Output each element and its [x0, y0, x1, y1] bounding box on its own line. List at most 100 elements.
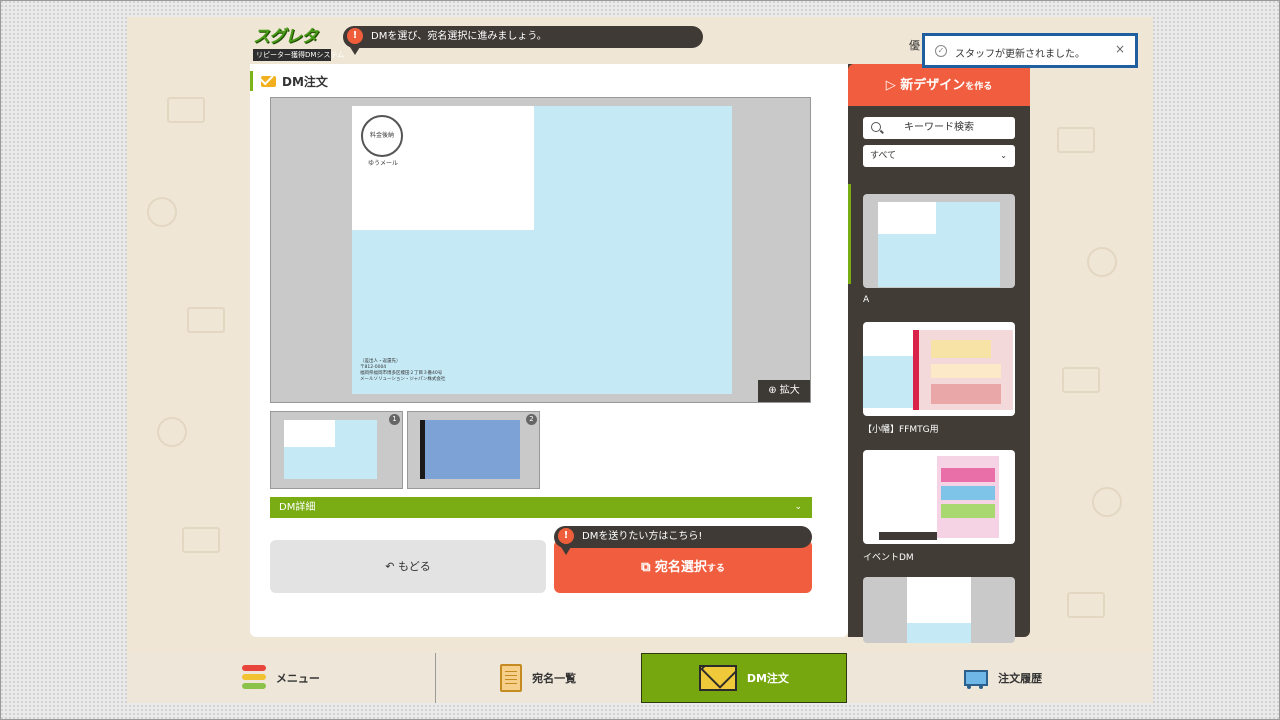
sender-address: （差出人・返還先） 〒812-0004 福岡県福岡市博多区榎田２丁目３番40号 …	[360, 359, 446, 382]
back-label: もどる	[397, 560, 431, 573]
page-title: DM注文	[282, 74, 328, 89]
guide-hint: ! DMを選び、宛名選択に進みましょう。	[343, 26, 703, 55]
send-hint: ! DMを送りたい方はこちら!	[554, 526, 812, 555]
template-name: A	[863, 295, 870, 305]
envelope-icon	[698, 665, 737, 691]
dm-order-panel: DM注文 料金後納 ゆうメール （差出人・返還先） 〒812-0004 福岡県福…	[250, 64, 848, 637]
background-envelope-icon	[1057, 127, 1095, 153]
dm-details-accordion[interactable]: DM詳細 ⌄	[270, 497, 812, 518]
postage-type: ゆうメール	[368, 160, 399, 167]
hint-tail	[561, 547, 571, 555]
bottom-navigation: メニュー 宛名一覧 DM注文 注文履歴	[127, 653, 1153, 703]
copy-icon: ⧉	[641, 560, 651, 575]
zoom-label: 拡大	[779, 385, 800, 396]
background-envelope-icon	[182, 527, 220, 553]
thumbnail-accent-bar	[913, 330, 919, 410]
logo-text: スグレタ	[253, 27, 318, 47]
new-design-button[interactable]: ▷ 新デザインを作る	[848, 64, 1030, 106]
thumbnail-banner	[931, 340, 991, 358]
postage-stamp: 料金後納	[361, 115, 403, 157]
thumbnail-banner	[941, 468, 995, 482]
app-logo[interactable]: スグレタ リピーター獲得DMシステム	[253, 27, 344, 65]
dm-details-label: DM詳細	[279, 502, 316, 513]
background-envelope-icon	[1067, 592, 1105, 618]
search-placeholder: キーワード検索	[904, 122, 974, 133]
hint-tail	[350, 47, 360, 55]
zoom-icon: ⊕	[768, 385, 777, 396]
background-stamp-icon	[1087, 247, 1117, 277]
thumbnail-front	[284, 420, 377, 479]
thumbnail-banner	[941, 504, 995, 518]
zoom-button[interactable]: ⊕ 拡大	[758, 380, 810, 402]
select-recipients-suffix: する	[706, 564, 725, 574]
background-stamp-icon	[1092, 487, 1122, 517]
category-select[interactable]: すべて ⌄	[863, 145, 1015, 167]
play-icon: ▷	[885, 78, 896, 93]
nav-dm-order-label: DM注文	[746, 672, 789, 685]
toast-notification: ✓ スタッフが更新されました。 ×	[922, 33, 1138, 68]
list-scrollbar[interactable]	[848, 184, 851, 284]
nav-menu-label: メニュー	[275, 672, 320, 685]
template-card[interactable]	[863, 322, 1015, 416]
background-stamp-icon	[157, 417, 187, 447]
chevron-down-icon: ⌄	[1000, 151, 1007, 160]
thumbnail-footer-bar	[879, 532, 937, 540]
close-icon[interactable]: ×	[1115, 42, 1125, 56]
nav-dm-order[interactable]: DM注文	[640, 653, 848, 703]
thumbnail-banner	[931, 384, 1001, 404]
page-number-badge: 2	[526, 414, 537, 425]
toast-message: スタッフが更新されました。	[955, 49, 1085, 60]
page-thumbnail[interactable]: 1	[270, 411, 403, 489]
nav-recipient-list[interactable]: 宛名一覧	[436, 653, 641, 703]
header-user: 優	[909, 39, 920, 52]
thumbnail-back	[420, 420, 520, 479]
template-thumbnail	[907, 577, 971, 643]
thumbnail-banner	[941, 486, 995, 500]
template-thumbnail	[913, 330, 1013, 410]
nav-menu[interactable]: メニュー	[127, 653, 436, 703]
check-circle-icon: ✓	[935, 45, 947, 57]
clipboard-icon	[500, 664, 523, 692]
logo-subtitle: リピーター獲得DMシステム	[253, 49, 344, 61]
section-title: DM注文	[250, 71, 328, 91]
back-button[interactable]: ↶ もどる	[270, 540, 546, 593]
thumbnail-address-area	[907, 623, 971, 643]
thumbnail-banner	[931, 364, 1001, 378]
chevron-down-icon: ⌄	[794, 502, 802, 512]
template-sidebar: ▷ 新デザインを作る キーワード検索 すべて ⌄ A 【小幡】FFMTG用 イベ…	[848, 64, 1030, 643]
dm-preview: 料金後納 ゆうメール （差出人・返還先） 〒812-0004 福岡県福岡市博多区…	[270, 97, 811, 403]
background-envelope-icon	[187, 307, 225, 333]
info-icon: !	[347, 28, 363, 44]
menu-icon	[241, 665, 266, 691]
template-name: イベントDM	[863, 553, 914, 563]
nav-order-history-label: 注文履歴	[998, 672, 1043, 685]
page-thumbnail[interactable]: 2	[407, 411, 540, 489]
background-envelope-icon	[167, 97, 205, 123]
guide-hint-text: DMを選び、宛名選択に進みましょう。	[371, 31, 547, 42]
send-hint-text: DMを送りたい方はこちら!	[582, 531, 703, 542]
template-card[interactable]	[863, 194, 1015, 288]
template-thumbnail	[878, 202, 1000, 287]
template-card[interactable]	[863, 450, 1015, 544]
page-number-badge: 1	[389, 414, 400, 425]
select-recipients-label: 宛名選択	[654, 560, 707, 575]
page-thumbnails: 1 2	[270, 411, 540, 489]
background-envelope-icon	[1062, 367, 1100, 393]
new-design-suffix: を作る	[965, 82, 993, 92]
undo-arrow-icon: ↶	[385, 560, 395, 573]
template-card[interactable]	[863, 577, 1015, 643]
app-stage: スグレタ リピーター獲得DMシステム ! DMを選び、宛名選択に進みましょう。 …	[127, 17, 1153, 703]
template-name: 【小幡】FFMTG用	[863, 425, 939, 435]
template-thumbnail	[937, 456, 999, 538]
new-design-label: 新デザイン	[900, 78, 966, 93]
info-icon: !	[558, 528, 574, 544]
category-select-value: すべて	[870, 151, 897, 161]
nav-recipient-list-label: 宛名一覧	[532, 672, 577, 685]
cart-icon	[958, 666, 989, 690]
envelope-icon	[261, 75, 276, 87]
postcard-preview: 料金後納 ゆうメール （差出人・返還先） 〒812-0004 福岡県福岡市博多区…	[352, 106, 732, 394]
nav-order-history[interactable]: 注文履歴	[847, 653, 1153, 703]
keyword-search[interactable]: キーワード検索	[863, 117, 1015, 139]
background-stamp-icon	[147, 197, 177, 227]
thumbnail-address-area	[878, 202, 936, 234]
